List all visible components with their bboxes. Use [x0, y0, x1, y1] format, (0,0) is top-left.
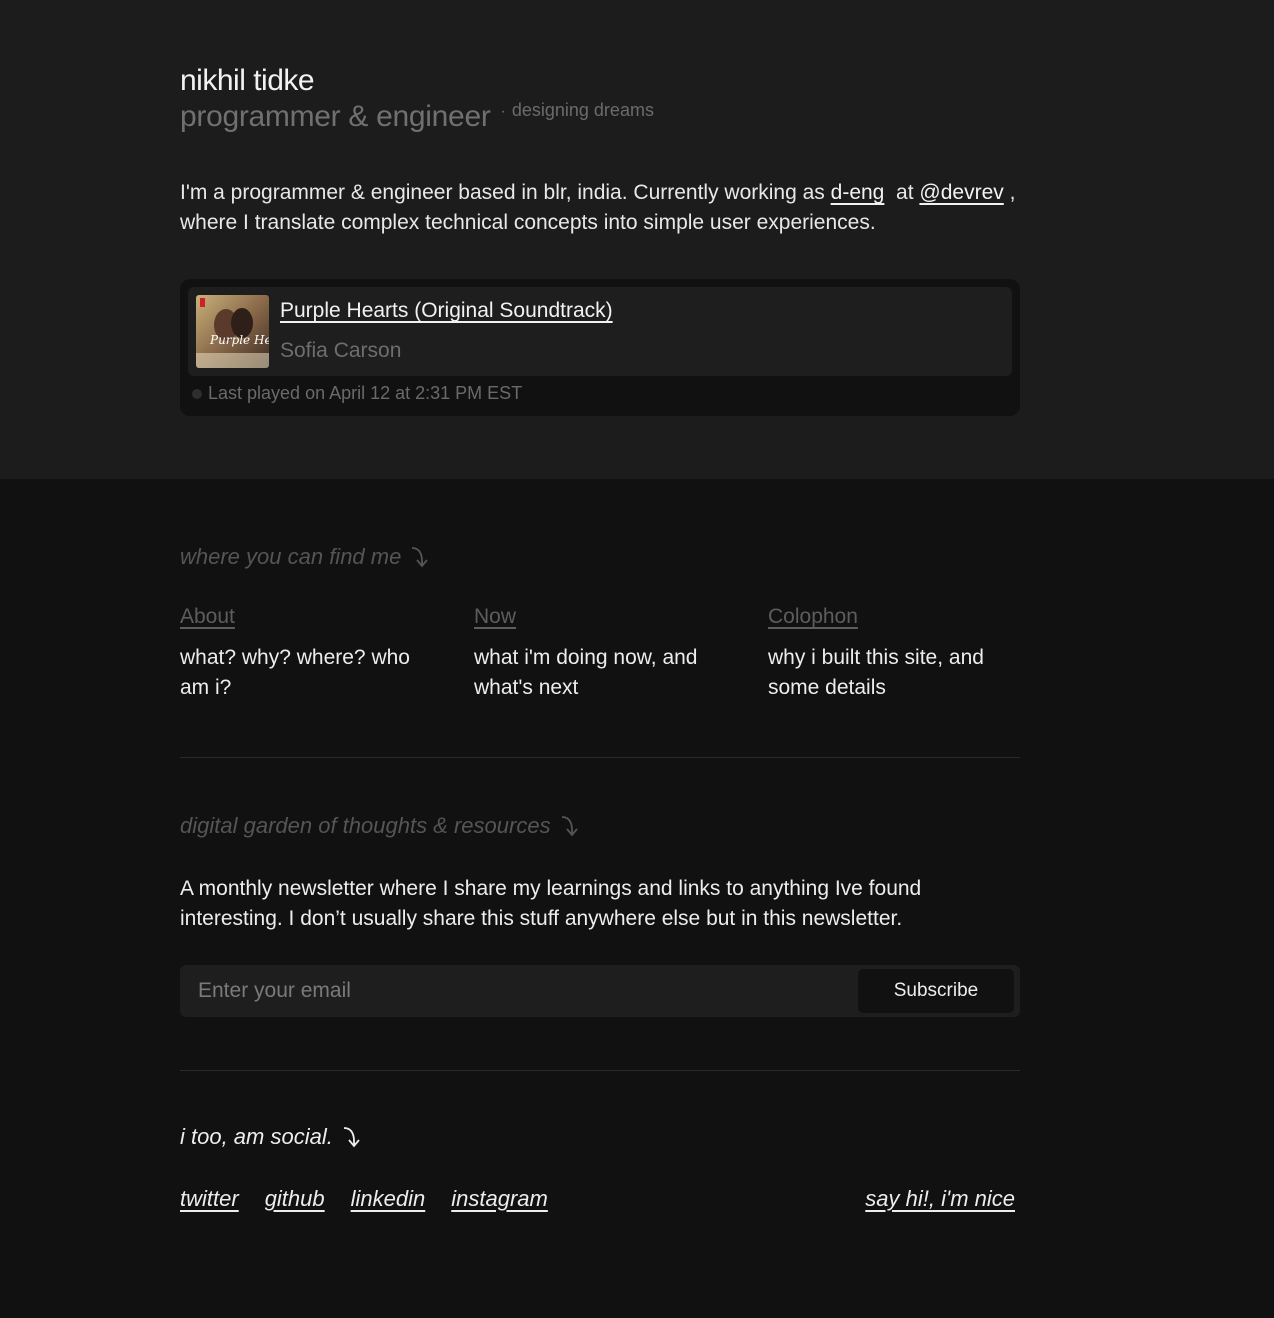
contact-link[interactable]: say hi!, i'm nice [865, 1186, 1015, 1212]
about-description: what? why? where? who am i? [180, 646, 410, 699]
dot-separator: · [500, 103, 506, 120]
intro-text-1: I'm a programmer & engineer based in blr… [180, 181, 831, 204]
album-art-text: Purple Hearts [209, 333, 269, 347]
colophon-link[interactable]: Colophon [768, 605, 858, 629]
role-link[interactable]: d-eng [831, 181, 885, 204]
colophon-description: why i built this site, and some details [768, 646, 984, 699]
hero-section: nikhil tidke programmer & engineer · des… [0, 0, 1274, 479]
newsletter-label: digital garden of thoughts & resources [180, 813, 551, 838]
section-divider [180, 757, 1020, 758]
newsletter-description: A monthly newsletter where I share my le… [180, 877, 922, 930]
now-description: what i'm doing now, and what's next [474, 646, 698, 699]
tagline: designing dreams [511, 100, 654, 120]
last-played-text: Last played on April 12 at 2:31 PM EST [208, 383, 523, 403]
curved-arrow-down-icon [343, 1127, 360, 1148]
colophon-card[interactable]: Colophon why i built this site, and some… [768, 605, 1028, 703]
company-link[interactable]: @devrev [919, 181, 1003, 204]
curved-arrow-down-icon [561, 816, 578, 837]
album-art: Purple Hearts [196, 295, 269, 368]
intro-paragraph: I'm a programmer & engineer based in blr… [180, 178, 1040, 238]
section-divider [180, 1070, 1020, 1071]
newsletter-heading: digital garden of thoughts & resources [180, 813, 581, 839]
curved-arrow-down-icon [412, 547, 429, 568]
github-link[interactable]: github [265, 1186, 325, 1212]
intro-text-2: at [884, 181, 920, 204]
find-me-label: where you can find me [180, 544, 402, 569]
role-line: programmer & engineer · designing dreams [180, 100, 654, 134]
subscribe-button[interactable]: Subscribe [858, 969, 1014, 1013]
track-artist: Sofia Carson [280, 339, 402, 362]
about-link[interactable]: About [180, 605, 235, 629]
social-label: i too, am social. [180, 1124, 333, 1149]
now-playing-widget: Purple Hearts Purple Hearts (Original So… [180, 279, 1020, 416]
instagram-link[interactable]: instagram [451, 1186, 548, 1212]
linkedin-link[interactable]: linkedin [351, 1186, 426, 1212]
about-card[interactable]: About what? why? where? who am i? [180, 605, 440, 703]
site-owner-name: nikhil tidke [180, 64, 315, 97]
email-input[interactable] [180, 965, 850, 1017]
now-card[interactable]: Now what i'm doing now, and what's next [474, 605, 734, 703]
now-link[interactable]: Now [474, 605, 516, 629]
status-dot-icon [192, 388, 202, 399]
track-title[interactable]: Purple Hearts (Original Soundtrack) [280, 299, 613, 323]
role-title: programmer & engineer [180, 100, 491, 133]
subscribe-form: Subscribe [180, 965, 1020, 1017]
last-played-status: Last played on April 12 at 2:31 PM EST [192, 383, 522, 404]
social-heading: i too, am social. [180, 1124, 363, 1150]
find-me-heading: where you can find me [180, 544, 431, 570]
twitter-link[interactable]: twitter [180, 1186, 239, 1212]
social-links: twitter github linkedin instagram [180, 1186, 574, 1212]
now-playing-track[interactable]: Purple Hearts Purple Hearts (Original So… [188, 287, 1012, 376]
